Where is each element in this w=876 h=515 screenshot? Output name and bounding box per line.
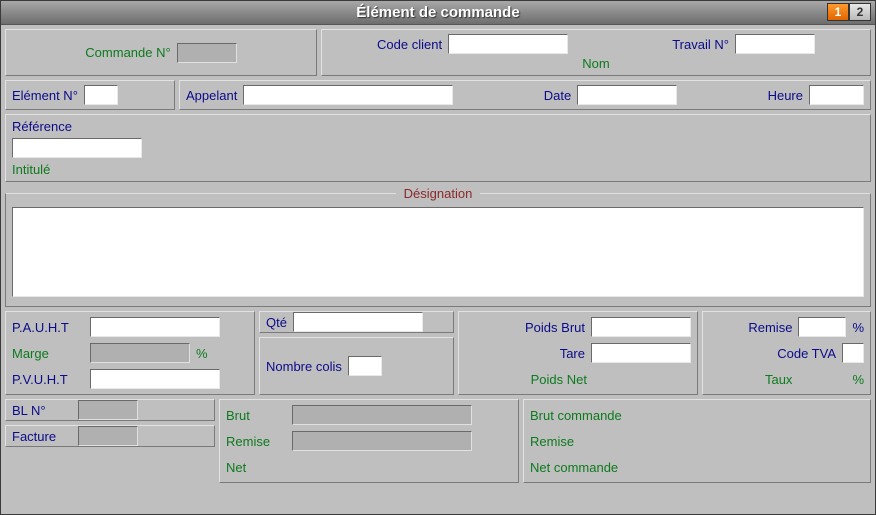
poids-net-label: Poids Net — [531, 372, 587, 387]
remise-total-field[interactable] — [292, 431, 472, 451]
designation-textarea[interactable] — [12, 207, 864, 297]
travail-no-field[interactable] — [735, 34, 815, 54]
pauht-field[interactable] — [90, 317, 220, 337]
commande-no-field[interactable] — [177, 43, 237, 63]
weight-panel: Poids Brut Tare Poids Net — [458, 311, 698, 395]
titlebar: Élément de commande 1 2 — [1, 1, 875, 25]
pvuht-field[interactable] — [90, 369, 220, 389]
designation-fieldset: Désignation — [5, 186, 871, 307]
marge-label: Marge — [12, 346, 84, 361]
brut-field[interactable] — [292, 405, 472, 425]
reference-panel: Référence Intitulé — [5, 114, 871, 182]
appelant-label: Appelant — [186, 88, 237, 103]
code-client-label: Code client — [377, 37, 442, 52]
code-tva-field[interactable] — [842, 343, 864, 363]
poids-brut-field[interactable] — [591, 317, 691, 337]
designation-legend: Désignation — [396, 186, 481, 201]
qte-field[interactable] — [293, 312, 423, 332]
qte-label: Qté — [266, 315, 287, 330]
date-label: Date — [544, 88, 571, 103]
client-panel: Code client Travail N° Nom — [321, 29, 871, 76]
net-label: Net — [226, 460, 286, 475]
intitule-label: Intitulé — [12, 162, 864, 177]
commande-panel: Commande N° — [5, 29, 317, 76]
nbcolis-label: Nombre colis — [266, 359, 342, 374]
commande-totals-panel: Brut commande Remise Net commande — [523, 399, 871, 483]
page-1-button[interactable]: 1 — [827, 3, 849, 21]
nom-label: Nom — [582, 56, 609, 71]
marge-percent: % — [196, 346, 208, 361]
tare-field[interactable] — [591, 343, 691, 363]
date-field[interactable] — [577, 85, 677, 105]
bl-no-label: BL N° — [12, 403, 72, 418]
nbcolis-field[interactable] — [348, 356, 382, 376]
facture-field[interactable] — [78, 426, 138, 446]
net-commande-label: Net commande — [530, 460, 618, 475]
code-client-field[interactable] — [448, 34, 568, 54]
facture-panel: Facture — [5, 425, 215, 447]
remise-percent: % — [852, 320, 864, 335]
pager: 1 2 — [827, 3, 871, 21]
remise-label: Remise — [748, 320, 792, 335]
poids-brut-label: Poids Brut — [525, 320, 585, 335]
pauht-label: P.A.U.H.T — [12, 320, 84, 335]
appelant-panel: Appelant Date Heure — [179, 80, 871, 110]
taux-label: Taux — [765, 372, 792, 387]
price-panel: P.A.U.H.T Marge % P.V.U.H.T — [5, 311, 255, 395]
remise-commande-label: Remise — [530, 434, 574, 449]
nbcolis-panel: Nombre colis — [259, 337, 454, 395]
bl-panel: BL N° — [5, 399, 215, 421]
tare-label: Tare — [560, 346, 585, 361]
pvuht-label: P.V.U.H.T — [12, 372, 84, 387]
element-panel: Elément N° — [5, 80, 175, 110]
commande-no-label: Commande N° — [85, 45, 170, 60]
page-2-button[interactable]: 2 — [849, 3, 871, 21]
totals-panel: Brut Remise Net — [219, 399, 519, 483]
reference-label: Référence — [12, 119, 864, 134]
taux-percent: % — [852, 372, 864, 387]
appelant-field[interactable] — [243, 85, 453, 105]
window-title: Élément de commande — [356, 4, 519, 21]
window: Élément de commande 1 2 Commande N° Code… — [0, 0, 876, 515]
remise-field[interactable] — [798, 317, 846, 337]
qte-panel: Qté — [259, 311, 454, 333]
code-tva-label: Code TVA — [777, 346, 836, 361]
discount-panel: Remise % Code TVA Taux % — [702, 311, 871, 395]
bl-no-field[interactable] — [78, 400, 138, 420]
reference-field[interactable] — [12, 138, 142, 158]
remise-total-label: Remise — [226, 434, 286, 449]
brut-label: Brut — [226, 408, 286, 423]
heure-label: Heure — [768, 88, 803, 103]
heure-field[interactable] — [809, 85, 864, 105]
facture-label: Facture — [12, 429, 72, 444]
marge-field[interactable] — [90, 343, 190, 363]
brut-commande-label: Brut commande — [530, 408, 622, 423]
element-no-label: Elément N° — [12, 88, 78, 103]
travail-no-label: Travail N° — [672, 37, 729, 52]
content-area: Commande N° Code client Travail N° Nom — [1, 25, 875, 491]
element-no-field[interactable] — [84, 85, 118, 105]
